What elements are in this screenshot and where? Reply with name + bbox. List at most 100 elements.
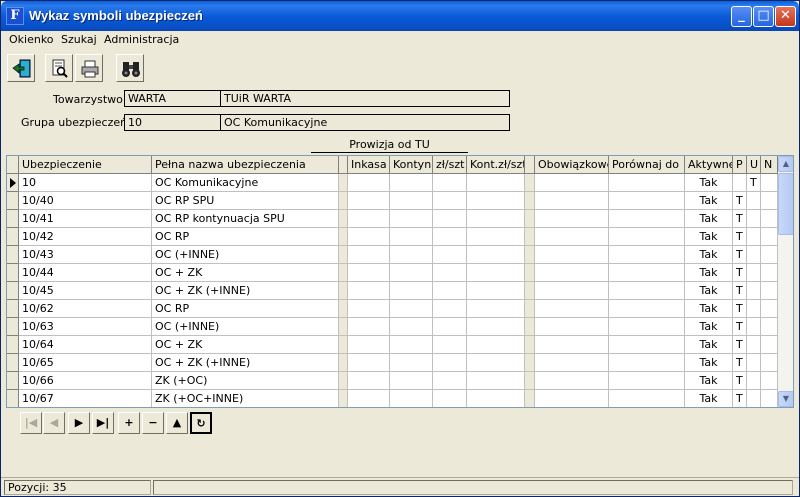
col-n-header[interactable]: N (761, 156, 778, 174)
col-p-cell[interactable]: T (733, 264, 747, 282)
col-n-cell[interactable] (761, 264, 778, 282)
col-aktywne-cell[interactable]: Tak (685, 246, 733, 264)
col-n-cell[interactable] (761, 210, 778, 228)
col-obowiazkowe-cell[interactable] (535, 246, 609, 264)
col-sep-1-cell[interactable] (339, 210, 348, 228)
col-kont-zl-szt-cell[interactable] (467, 372, 525, 390)
col-sep-2-cell[interactable] (525, 300, 535, 318)
col-zl-szt-cell[interactable] (433, 192, 467, 210)
col-sep-2-cell[interactable] (525, 264, 535, 282)
col-kontyn-cell[interactable] (390, 390, 433, 407)
col-obowiazkowe-cell[interactable] (535, 174, 609, 192)
col-sep-1-header[interactable] (339, 156, 348, 174)
col-sep-1-cell[interactable] (339, 354, 348, 372)
row-indicator[interactable] (7, 174, 19, 192)
col-porownaj-do-cell[interactable] (609, 210, 685, 228)
col-sep-2-cell[interactable] (525, 228, 535, 246)
col-ubezpieczenie-cell[interactable]: 10/66 (19, 372, 152, 390)
print-preview-button[interactable] (45, 54, 73, 82)
col-inkasa-cell[interactable] (348, 264, 390, 282)
col-u-cell[interactable] (747, 246, 761, 264)
data-grid[interactable]: ▲ ▼ Ubezpieczenie Pełna nazwa ubezpieczen… (6, 155, 794, 408)
col-u-cell[interactable] (747, 282, 761, 300)
col-porownaj-do-cell[interactable] (609, 336, 685, 354)
col-n-cell[interactable] (761, 300, 778, 318)
col-sep-1-cell[interactable] (339, 372, 348, 390)
col-porownaj-do-cell[interactable] (609, 282, 685, 300)
row-indicator[interactable] (7, 192, 19, 210)
grupa-name-field[interactable]: OC Komunikacyjne (220, 114, 510, 131)
col-aktywne-cell[interactable]: Tak (685, 390, 733, 407)
col-aktywne-cell[interactable]: Tak (685, 318, 733, 336)
col-obowiazkowe-cell[interactable] (535, 372, 609, 390)
col-pelna-nazwa-cell[interactable]: OC (+INNE) (152, 246, 339, 264)
col-kontyn-cell[interactable] (390, 228, 433, 246)
col-obowiazkowe-header[interactable]: Obowiązkowe (535, 156, 609, 174)
col-aktywne-cell[interactable]: Tak (685, 174, 733, 192)
col-zl-szt-cell[interactable] (433, 336, 467, 354)
row-indicator[interactable] (7, 228, 19, 246)
col-aktywne-cell[interactable]: Tak (685, 354, 733, 372)
col-p-cell[interactable]: T (733, 300, 747, 318)
col-ubezpieczenie-cell[interactable]: 10/42 (19, 228, 152, 246)
col-sep-1-cell[interactable] (339, 174, 348, 192)
col-u-cell[interactable] (747, 300, 761, 318)
col-pelna-nazwa-cell[interactable]: OC + ZK (+INNE) (152, 354, 339, 372)
col-obowiazkowe-cell[interactable] (535, 282, 609, 300)
scroll-down-button[interactable]: ▼ (778, 391, 793, 407)
col-n-cell[interactable] (761, 372, 778, 390)
col-ubezpieczenie-cell[interactable]: 10/63 (19, 318, 152, 336)
col-obowiazkowe-cell[interactable] (535, 228, 609, 246)
nav-delete-button[interactable]: − (142, 412, 164, 434)
col-n-cell[interactable] (761, 228, 778, 246)
col-sep-2-cell[interactable] (525, 372, 535, 390)
col-n-cell[interactable] (761, 192, 778, 210)
col-ubezpieczenie-cell[interactable]: 10/44 (19, 264, 152, 282)
col-aktywne-cell[interactable]: Tak (685, 282, 733, 300)
col-sep-1-cell[interactable] (339, 390, 348, 407)
exit-button[interactable] (7, 54, 35, 82)
minimize-button[interactable]: _ (731, 6, 752, 27)
col-porownaj-do-cell[interactable] (609, 318, 685, 336)
col-kont-zl-szt-cell[interactable] (467, 210, 525, 228)
col-n-cell[interactable] (761, 318, 778, 336)
col-obowiazkowe-cell[interactable] (535, 336, 609, 354)
col-p-cell[interactable] (733, 174, 747, 192)
col-aktywne-cell[interactable]: Tak (685, 336, 733, 354)
menu-administracja[interactable]: Administracja (104, 33, 179, 46)
col-sep-1-cell[interactable] (339, 336, 348, 354)
col-porownaj-do-cell[interactable] (609, 390, 685, 407)
col-aktywne-cell[interactable]: Tak (685, 210, 733, 228)
col-zl-szt-header[interactable]: zł/szt (433, 156, 467, 174)
vertical-scrollbar[interactable]: ▲ ▼ (778, 156, 793, 407)
col-porownaj-do-cell[interactable] (609, 354, 685, 372)
col-pelna-nazwa-cell[interactable]: ZK (+OC) (152, 372, 339, 390)
col-inkasa-cell[interactable] (348, 246, 390, 264)
col-porownaj-do-cell[interactable] (609, 264, 685, 282)
col-u-cell[interactable] (747, 318, 761, 336)
col-sep-1-cell[interactable] (339, 264, 348, 282)
col-pelna-nazwa-cell[interactable]: OC (+INNE) (152, 318, 339, 336)
col-inkasa-cell[interactable] (348, 300, 390, 318)
col-kont-zl-szt-cell[interactable] (467, 282, 525, 300)
col-p-cell[interactable]: T (733, 192, 747, 210)
col-aktywne-header[interactable]: Aktywne (685, 156, 733, 174)
col-sep-1-cell[interactable] (339, 300, 348, 318)
col-zl-szt-cell[interactable] (433, 264, 467, 282)
col-pelna-nazwa-cell[interactable]: OC RP kontynuacja SPU (152, 210, 339, 228)
col-n-cell[interactable] (761, 282, 778, 300)
col-zl-szt-cell[interactable] (433, 210, 467, 228)
nav-edit-button[interactable]: ▲ (166, 412, 188, 434)
col-pelna-nazwa-header[interactable]: Pełna nazwa ubezpieczenia (152, 156, 339, 174)
col-p-cell[interactable]: T (733, 246, 747, 264)
col-kontyn-cell[interactable] (390, 264, 433, 282)
col-kontyn-cell[interactable] (390, 318, 433, 336)
col-sep-2-cell[interactable] (525, 390, 535, 407)
col-p-cell[interactable]: T (733, 354, 747, 372)
col-sep-1-cell[interactable] (339, 192, 348, 210)
col-porownaj-do-header[interactable]: Porównaj do (609, 156, 685, 174)
col-pelna-nazwa-cell[interactable]: OC + ZK (152, 264, 339, 282)
row-indicator[interactable] (7, 390, 19, 407)
col-inkasa-cell[interactable] (348, 390, 390, 407)
col-u-cell[interactable] (747, 372, 761, 390)
